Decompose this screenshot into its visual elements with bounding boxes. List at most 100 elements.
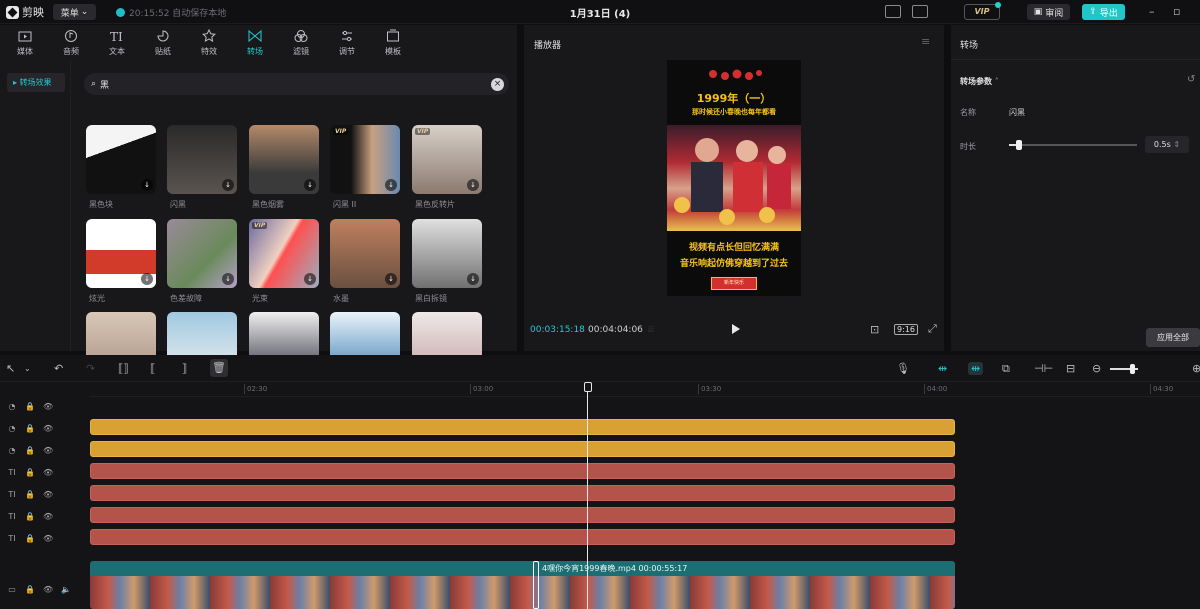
menu-button[interactable]: 菜单 ⌄: [53, 4, 96, 20]
transition-thumbnail[interactable]: VIP ↓: [249, 219, 319, 288]
tab-effects[interactable]: 特效: [186, 25, 232, 60]
text-clip[interactable]: [90, 463, 955, 479]
minimize-icon[interactable]: –: [1149, 5, 1155, 18]
split-icon[interactable]: ⟦⟧: [118, 362, 129, 375]
lock-icon[interactable]: 🔒: [25, 490, 35, 499]
download-icon[interactable]: ↓: [385, 179, 397, 191]
trim-left-icon[interactable]: ⟦: [150, 362, 155, 375]
transition-thumbnail[interactable]: ↓: [249, 125, 319, 194]
download-icon[interactable]: ↓: [467, 273, 479, 285]
stepper-icon[interactable]: ⇕: [1173, 140, 1180, 149]
tab-sticker[interactable]: 贴纸: [140, 25, 186, 60]
export-button[interactable]: ⇪ 导出: [1082, 4, 1125, 20]
fullscreen-icon[interactable]: ⤢: [928, 322, 937, 336]
main-video-clip[interactable]: 4嘿你今宵1999春晚.mp4 00:00:55:17: [90, 561, 955, 609]
download-icon[interactable]: ↓: [222, 273, 234, 285]
download-icon[interactable]: ↓: [141, 179, 153, 191]
duration-slider-handle[interactable]: [1016, 140, 1023, 150]
lock-icon[interactable]: 🔒: [25, 424, 35, 433]
duration-slider-track[interactable]: [1009, 144, 1137, 146]
lock-icon[interactable]: 🔒: [25, 585, 35, 594]
transition-item[interactable]: ↓ 闪黑: [167, 125, 237, 210]
search-input[interactable]: ⌕ 黑: [84, 73, 509, 95]
transition-thumbnail[interactable]: ↓: [86, 219, 156, 288]
sticker-track-icon[interactable]: ◔: [7, 402, 17, 411]
tab-media[interactable]: 媒体: [2, 25, 48, 60]
download-icon[interactable]: ↓: [222, 179, 234, 191]
microphone-icon[interactable]: 🎙: [896, 362, 910, 375]
transition-thumbnail[interactable]: ↓: [330, 219, 400, 288]
play-icon[interactable]: [732, 324, 740, 334]
visibility-icon[interactable]: 👁: [43, 490, 53, 499]
transition-thumbnail[interactable]: ↓: [167, 125, 237, 194]
text-clip[interactable]: [90, 485, 955, 501]
caption-icon[interactable]: ⊟: [1066, 362, 1075, 375]
transition-item[interactable]: ↓ 黑色烟雾: [249, 125, 319, 210]
snap-icon[interactable]: ⇹: [968, 362, 984, 375]
playhead-handle[interactable]: [584, 382, 592, 392]
waveform-icon[interactable]: ⦙⦙⦙: [648, 325, 654, 335]
visibility-icon[interactable]: 👁: [43, 468, 53, 477]
preview-axis-icon[interactable]: ⊣⊢: [1034, 362, 1053, 375]
transition-thumbnail[interactable]: ↓: [86, 125, 156, 194]
link-main-track-icon[interactable]: ⇹: [938, 362, 947, 375]
transition-item[interactable]: ↓ 水墨: [330, 219, 400, 304]
sticker-track-icon[interactable]: ◔: [7, 446, 17, 455]
redo-icon[interactable]: ↷: [86, 362, 95, 375]
transition-thumbnail[interactable]: ↓: [167, 219, 237, 288]
download-icon[interactable]: ↓: [141, 273, 153, 285]
text-clip[interactable]: [90, 507, 955, 523]
download-icon[interactable]: ↓: [304, 179, 316, 191]
transition-item[interactable]: VIP ↓ 闪黑 II: [330, 125, 400, 210]
apply-all-button[interactable]: 应用全部: [1146, 328, 1200, 347]
visibility-icon[interactable]: 👁: [43, 446, 53, 455]
text-track-icon[interactable]: TI: [7, 468, 17, 477]
tab-text[interactable]: TI 文本: [94, 25, 140, 60]
tab-filter[interactable]: 滤镜: [278, 25, 324, 60]
mute-icon[interactable]: 🔈: [61, 585, 71, 594]
keyboard-icon[interactable]: [885, 5, 901, 18]
zoom-slider-handle[interactable]: [1130, 364, 1135, 374]
sticker-track-icon[interactable]: ◔: [7, 424, 17, 433]
maximize-icon[interactable]: ▫: [1173, 5, 1180, 18]
tab-transition[interactable]: 转场: [232, 25, 278, 60]
lock-icon[interactable]: 🔒: [25, 534, 35, 543]
text-track-icon[interactable]: TI: [7, 490, 17, 499]
fit-icon[interactable]: ⊡: [870, 323, 879, 336]
category-transition-effects[interactable]: ▸ 转场效果: [7, 73, 65, 92]
playhead[interactable]: [587, 385, 588, 609]
time-ruler[interactable]: 02:30 03:00 03:30 04:00 04:30: [90, 382, 1200, 397]
clear-search-icon[interactable]: ×: [491, 78, 504, 91]
transition-item[interactable]: ↓ 色差故障: [167, 219, 237, 304]
delete-icon[interactable]: 🗑: [210, 359, 228, 377]
lock-icon[interactable]: 🔒: [25, 468, 35, 477]
sticker-clip[interactable]: [90, 441, 955, 457]
trim-right-icon[interactable]: ⟧: [182, 362, 187, 375]
tab-audio[interactable]: 音频: [48, 25, 94, 60]
lock-icon[interactable]: 🔒: [25, 446, 35, 455]
transition-thumbnail[interactable]: VIP ↓: [330, 125, 400, 194]
tab-template[interactable]: 模板: [370, 25, 416, 60]
download-icon[interactable]: ↓: [304, 273, 316, 285]
chevron-down-icon[interactable]: ⌄: [24, 364, 31, 373]
transition-item[interactable]: VIP ↓ 光束: [249, 219, 319, 304]
zoom-out-icon[interactable]: ⊖: [1092, 362, 1101, 375]
download-icon[interactable]: ↓: [385, 273, 397, 285]
visibility-icon[interactable]: 👁: [43, 402, 53, 411]
duration-value[interactable]: 0.5s: [1154, 140, 1171, 149]
text-track-icon[interactable]: TI: [7, 512, 17, 521]
transition-item[interactable]: ↓ 黑白拆镜: [412, 219, 482, 304]
transition-item[interactable]: ↓ 炫光: [86, 219, 156, 304]
visibility-icon[interactable]: 👁: [43, 424, 53, 433]
select-cursor-icon[interactable]: ↖: [6, 362, 15, 375]
lock-icon[interactable]: 🔒: [25, 512, 35, 521]
aspect-ratio-button[interactable]: 9:16: [894, 324, 918, 335]
transition-marker[interactable]: [533, 561, 539, 609]
section-header[interactable]: 转场参数 ˄: [960, 76, 999, 87]
lock-icon[interactable]: 🔒: [25, 402, 35, 411]
link-icon[interactable]: ⧉: [1002, 362, 1010, 376]
text-clip[interactable]: [90, 529, 955, 545]
transition-thumbnail[interactable]: VIP ↓: [412, 125, 482, 194]
video-preview[interactable]: 1999年（一） 那时候还小春晚也每年都看 视频有点长但回忆满满 音乐响起仿佛穿…: [667, 60, 801, 296]
text-track-icon[interactable]: TI: [7, 534, 17, 543]
